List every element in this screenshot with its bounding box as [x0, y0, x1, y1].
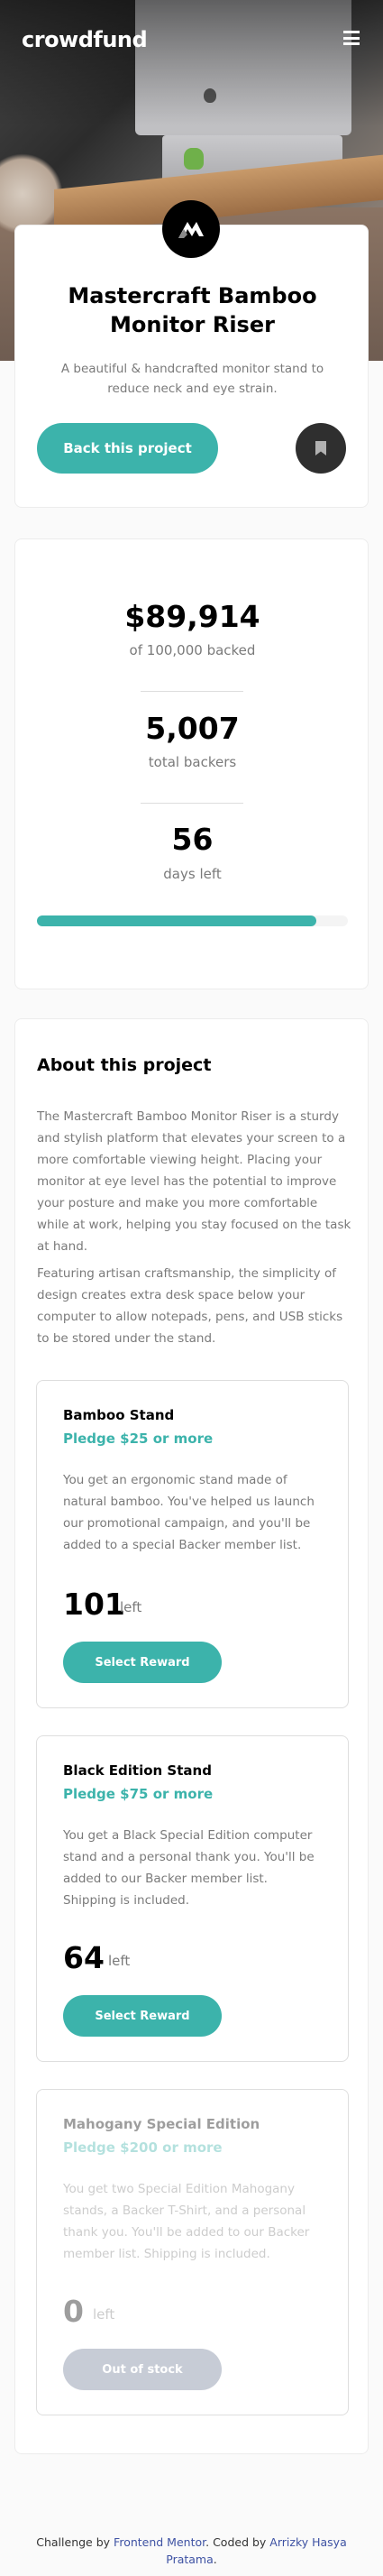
- reward-left-label: left: [93, 2306, 115, 2323]
- reward-name: Black Edition Stand: [63, 1762, 212, 1779]
- divider: [141, 691, 243, 692]
- total-backers: 5,007: [145, 711, 240, 746]
- mastercraft-logo-icon: [162, 200, 220, 258]
- reward-count: 0: [63, 2294, 84, 2329]
- progress-fill: [37, 915, 317, 926]
- frontend-mentor-link[interactable]: Frontend Mentor: [114, 2535, 205, 2549]
- bookmark-icon: [315, 441, 326, 455]
- about-card: About this project The Mastercraft Bambo…: [14, 1018, 369, 2454]
- reward-left-label: left: [108, 1953, 131, 1969]
- amount-backed-label: of 100,000 backed: [129, 642, 256, 658]
- reward-description: You get an ergonomic stand made of natur…: [63, 1473, 315, 1552]
- progress-bar: [37, 915, 348, 926]
- amount-backed: $89,914: [124, 599, 260, 634]
- footer-middle: . Coded by: [205, 2535, 267, 2549]
- footer-suffix: .: [213, 2553, 217, 2566]
- footer-prefix: Challenge by: [36, 2535, 111, 2549]
- about-paragraph: Featuring artisan craftsmanship, the sim…: [37, 1266, 343, 1346]
- project-description: A beautiful & handcrafted monitor stand …: [60, 362, 324, 396]
- reward-pledge: Pledge $200 or more: [63, 2139, 223, 2156]
- days-left-label: days left: [163, 866, 222, 882]
- reward-count: 101: [63, 1587, 125, 1622]
- reward-bamboo-stand: Bamboo Stand Pledge $25 or more You get …: [36, 1380, 349, 1708]
- reward-pledge: Pledge $25 or more: [63, 1431, 214, 1447]
- stats-card: $89,914 of 100,000 backed 5,007 total ba…: [14, 538, 369, 989]
- total-backers-label: total backers: [148, 754, 237, 770]
- hamburger-icon[interactable]: [343, 31, 360, 45]
- footer-attribution: Challenge by Frontend Mentor. Coded by A…: [18, 2534, 365, 2568]
- out-of-stock-button: Out of stock: [63, 2349, 222, 2390]
- about-heading: About this project: [37, 1055, 212, 1075]
- reward-black-edition-stand: Black Edition Stand Pledge $75 or more Y…: [36, 1735, 349, 2062]
- reward-count: 64: [63, 1940, 105, 1975]
- reward-description: You get two Special Edition Mahogany sta…: [63, 2182, 310, 2261]
- divider: [141, 803, 243, 804]
- project-title: Mastercraft Bamboo Monitor Riser: [68, 283, 317, 337]
- select-reward-button[interactable]: Select Reward: [63, 1642, 222, 1683]
- days-left: 56: [171, 822, 214, 857]
- reward-left-label: left: [120, 1599, 142, 1615]
- intro-card: Mastercraft Bamboo Monitor Riser A beaut…: [14, 225, 369, 508]
- site-logo[interactable]: crowdfund: [22, 27, 148, 52]
- hero-figurine: [184, 148, 204, 170]
- bookmark-button[interactable]: [296, 423, 346, 474]
- reward-description: You get a Black Special Edition computer…: [63, 1828, 315, 1908]
- reward-name: Mahogany Special Edition: [63, 2116, 260, 2132]
- hero-shade: [0, 0, 383, 126]
- back-project-button[interactable]: Back this project: [37, 423, 218, 474]
- reward-pledge: Pledge $75 or more: [63, 1786, 214, 1802]
- reward-name: Bamboo Stand: [63, 1407, 175, 1423]
- select-reward-button[interactable]: Select Reward: [63, 1995, 222, 2037]
- about-paragraph: The Mastercraft Bamboo Monitor Riser is …: [37, 1109, 351, 1254]
- reward-mahogany-special-edition: Mahogany Special Edition Pledge $200 or …: [36, 2089, 349, 2415]
